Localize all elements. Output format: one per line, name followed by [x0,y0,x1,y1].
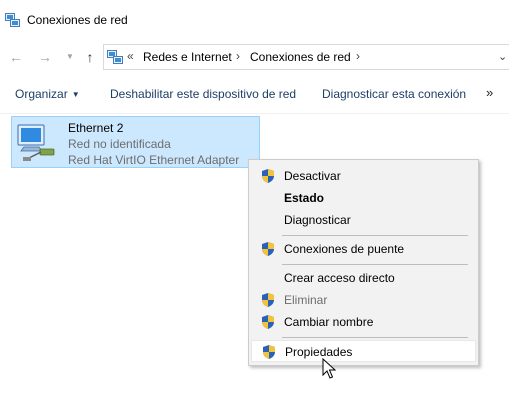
organize-menu-button[interactable]: Organizar ▼ [15,87,80,101]
address-bar[interactable]: « Redes e Internet › Conexiones de red ›… [103,44,509,70]
context-menu: Desactivar Estado Diagnosticar Conexione… [248,159,479,366]
menu-item-estado[interactable]: Estado [251,187,476,209]
menu-item-label: Crear acceso directo [284,271,395,285]
caret-down-icon: ▼ [71,90,80,99]
uac-shield-icon [262,169,274,183]
menu-item-label: Propiedades [285,345,353,359]
title-bar: Conexiones de red [0,0,509,40]
menu-item-label: Eliminar [284,293,328,307]
window-title: Conexiones de red [27,13,128,27]
menu-item-desactivar[interactable]: Desactivar [251,165,476,187]
breadcrumb-chevron-icon[interactable]: › [356,49,360,63]
disable-device-button[interactable]: Deshabilitar este dispositivo de red [110,87,296,101]
menu-item-crear-acceso-directo[interactable]: Crear acceso directo [251,267,476,289]
menu-separator [282,235,468,236]
network-connections-icon [5,13,20,27]
menu-item-diagnosticar[interactable]: Diagnosticar [251,209,476,231]
organize-label: Organizar [15,87,68,101]
uac-shield-icon [262,315,274,329]
navigation-bar: ← → ▼ ↑ « Redes e Internet › Conexiones … [0,40,509,74]
menu-item-label: Desactivar [284,169,341,183]
more-commands-button[interactable]: » [486,85,493,100]
mouse-pointer-icon [322,358,336,379]
menu-item-label: Diagnosticar [284,213,351,227]
menu-separator [282,337,468,338]
forward-arrow-icon[interactable]: → [37,49,53,65]
ethernet-adapter-icon [17,124,55,161]
breadcrumb-chevron-icon[interactable]: › [236,49,240,63]
network-connections-icon [107,50,123,64]
uac-shield-icon [262,293,274,307]
up-arrow-icon[interactable]: ↑ [82,49,98,65]
command-bar: Organizar ▼ Deshabilitar este dispositivo… [0,74,509,114]
menu-item-label: Cambiar nombre [284,315,374,329]
breadcrumb-conexiones-de-red[interactable]: Conexiones de red [250,50,351,64]
breadcrumb-overflow[interactable]: « [127,49,134,63]
address-dropdown-chevron-icon[interactable]: ⌄ [498,50,507,63]
uac-shield-icon [263,345,275,359]
recent-locations-chevron-icon[interactable]: ▼ [62,49,78,65]
connection-status: Red no identificada [68,137,171,151]
menu-item-cambiar-nombre[interactable]: Cambiar nombre [251,311,476,333]
menu-item-propiedades[interactable]: Propiedades [251,340,476,362]
breadcrumb-redes-e-internet[interactable]: Redes e Internet [143,50,232,64]
back-arrow-icon[interactable]: ← [8,49,24,65]
connection-device: Red Hat VirtIO Ethernet Adapter [68,153,240,167]
menu-item-eliminar: Eliminar [251,289,476,311]
diagnose-connection-button[interactable]: Diagnosticar esta conexión [322,87,466,101]
connection-name: Ethernet 2 [68,121,124,135]
menu-item-label: Estado [284,191,325,205]
menu-separator [282,264,468,265]
uac-shield-icon [262,242,274,256]
menu-item-conexiones-de-puente[interactable]: Conexiones de puente [251,238,476,260]
menu-item-label: Conexiones de puente [284,242,405,256]
connection-item-ethernet-2[interactable]: Ethernet 2 Red no identificada Red Hat V… [11,116,260,168]
